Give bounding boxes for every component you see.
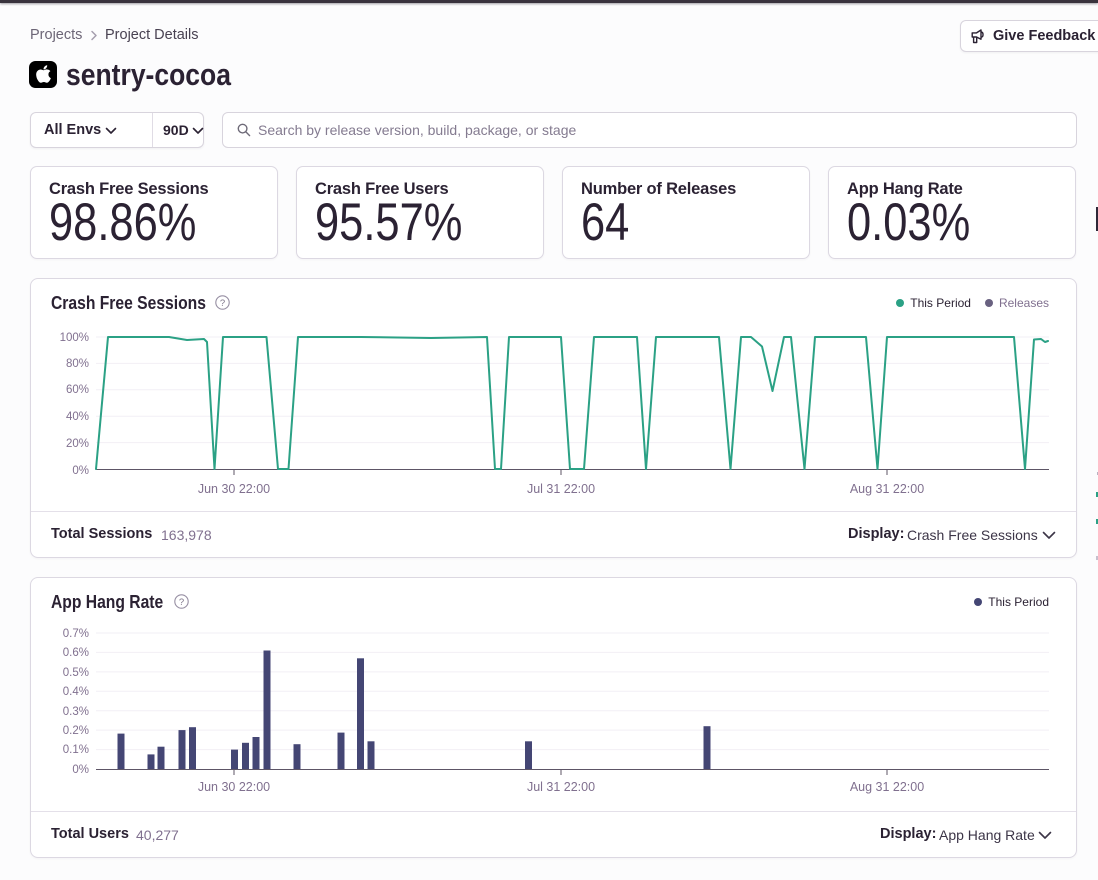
svg-text:0.6%: 0.6%	[63, 647, 89, 659]
svg-text:Jun 30 22:00: Jun 30 22:00	[198, 482, 270, 496]
svg-text:0.3%: 0.3%	[63, 706, 89, 718]
svg-text:Jun 30 22:00: Jun 30 22:00	[198, 780, 270, 794]
svg-text:0.4%: 0.4%	[63, 686, 89, 698]
svg-text:20%: 20%	[66, 438, 89, 450]
svg-text:Aug 31 22:00: Aug 31 22:00	[850, 780, 924, 794]
svg-text:0.1%: 0.1%	[63, 744, 89, 756]
svg-text:0%: 0%	[72, 764, 89, 776]
svg-text:0.7%: 0.7%	[63, 628, 89, 640]
svg-text:60%: 60%	[66, 384, 89, 396]
svg-text:0%: 0%	[72, 465, 89, 477]
svg-text:0.5%: 0.5%	[63, 667, 89, 679]
svg-text:Jul 31 22:00: Jul 31 22:00	[527, 780, 595, 794]
svg-text:40%: 40%	[66, 411, 89, 423]
svg-text:80%: 80%	[66, 358, 89, 370]
svg-text:Jul 31 22:00: Jul 31 22:00	[527, 482, 595, 496]
svg-text:100%: 100%	[60, 332, 89, 344]
svg-text:Aug 31 22:00: Aug 31 22:00	[850, 482, 924, 496]
svg-text:0.2%: 0.2%	[63, 725, 89, 737]
